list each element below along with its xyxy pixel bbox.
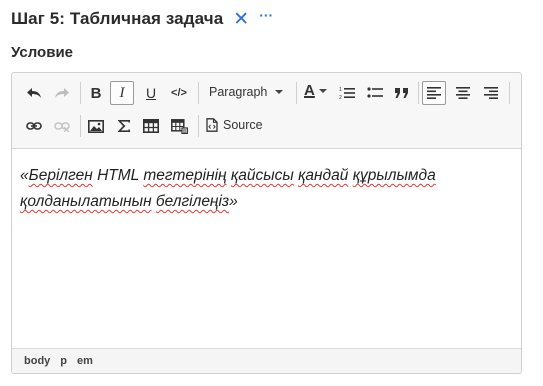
- content-close-quote: »: [229, 193, 238, 210]
- code-button[interactable]: </>: [167, 81, 191, 105]
- align-center-icon[interactable]: [451, 81, 475, 105]
- svg-text:1: 1: [339, 87, 342, 93]
- content-word: құрылымда: [352, 167, 436, 184]
- source-label: Source: [223, 118, 263, 132]
- toolbar-separator: [80, 82, 81, 104]
- rich-text-editor: B I U </> Paragraph A 12 Source «Берілге…: [11, 72, 522, 374]
- page-title: Шаг 5: Табличная задача: [11, 9, 224, 28]
- chevron-down-icon: [318, 88, 327, 93]
- align-left-icon[interactable]: [422, 81, 446, 105]
- align-right-icon[interactable]: [479, 81, 503, 105]
- content-word: қандай: [298, 167, 349, 184]
- content-word: белгілеңіз: [155, 193, 230, 210]
- unlink-icon[interactable]: [50, 114, 74, 138]
- toolbar-separator: [296, 82, 297, 104]
- table-properties-icon[interactable]: [167, 114, 191, 138]
- editor-content[interactable]: «Берілген HTML тегтерінің қайсысы қандай…: [20, 163, 511, 215]
- formula-sigma-icon[interactable]: [112, 114, 136, 138]
- font-color-icon: A: [304, 82, 315, 99]
- task-header: Шаг 5: Табличная задача ✕ ···: [11, 6, 273, 32]
- italic-button[interactable]: I: [110, 81, 134, 105]
- content-word: Берілген: [28, 167, 93, 184]
- content-open-quote: «: [20, 167, 29, 184]
- bulleted-list-icon[interactable]: [363, 81, 387, 105]
- toolbar-separator: [509, 82, 510, 104]
- paragraph-format-dropdown[interactable]: Paragraph: [209, 85, 284, 99]
- content-word: тегтерінің: [143, 167, 227, 184]
- more-options-icon[interactable]: ···: [259, 7, 273, 23]
- chevron-down-icon: [275, 90, 284, 94]
- blockquote-icon[interactable]: [390, 81, 414, 105]
- image-icon[interactable]: [84, 114, 108, 138]
- content-word: HTML: [97, 167, 139, 184]
- path-item-body[interactable]: body: [24, 355, 50, 367]
- content-word: қолданылатынын: [20, 193, 152, 210]
- condition-label: Условие: [11, 44, 74, 61]
- path-item-em[interactable]: em: [77, 355, 93, 367]
- table-icon[interactable]: [139, 114, 163, 138]
- paragraph-format-label: Paragraph: [209, 85, 268, 99]
- content-word: қайсысы: [230, 167, 294, 184]
- element-path-statusbar: body p em: [12, 348, 521, 373]
- toolbar-separator: [198, 115, 199, 137]
- svg-text:2: 2: [339, 95, 342, 100]
- source-button[interactable]: Source: [206, 118, 263, 132]
- editor-toolbar: B I U </> Paragraph A 12 Source: [12, 73, 521, 149]
- numbered-list-icon[interactable]: 12: [335, 81, 359, 105]
- close-icon[interactable]: ✕: [233, 10, 249, 29]
- toolbar-separator: [418, 82, 419, 104]
- underline-button[interactable]: U: [139, 81, 163, 105]
- source-document-icon: [206, 118, 218, 132]
- link-icon[interactable]: [22, 114, 46, 138]
- toolbar-separator: [80, 115, 81, 137]
- font-color-dropdown[interactable]: A: [304, 82, 327, 99]
- redo-icon[interactable]: [50, 81, 74, 105]
- toolbar-separator: [198, 82, 199, 104]
- undo-icon[interactable]: [22, 81, 46, 105]
- path-item-p[interactable]: p: [60, 355, 67, 367]
- bold-button[interactable]: B: [84, 81, 108, 105]
